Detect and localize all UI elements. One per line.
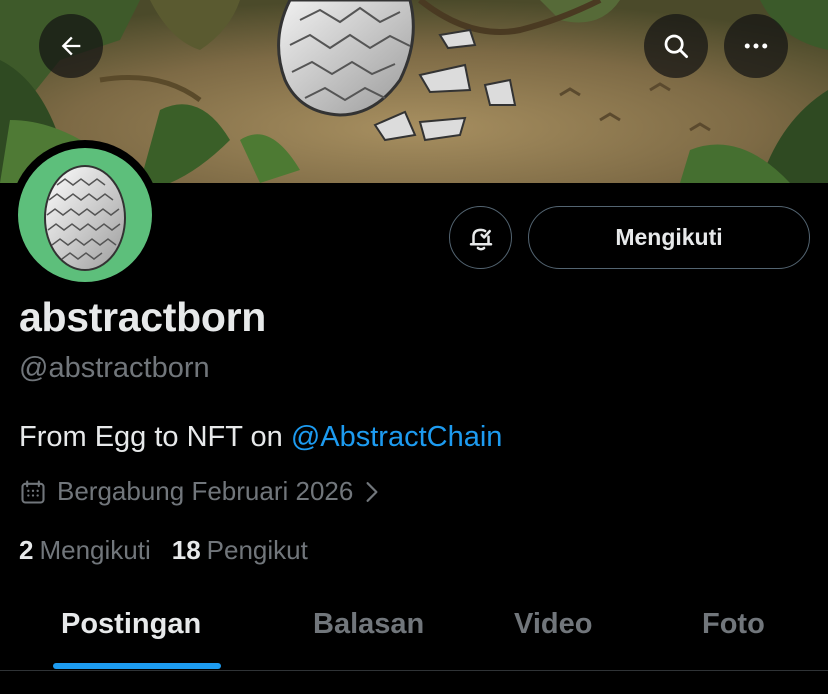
chevron-right-icon [363,481,381,503]
search-button[interactable] [644,14,708,78]
search-icon [664,34,688,58]
notifications-button[interactable] [449,206,512,269]
followers-stat[interactable]: 18 Pengikut [172,535,308,566]
calendar-icon [19,478,47,506]
egg-icon [44,165,126,271]
bio-text: From Egg to NFT on [19,421,291,453]
follow-stats: 2 Mengikuti 18 Pengikut [19,535,308,566]
tab-video[interactable]: Video [514,608,592,641]
followers-count: 18 [171,535,201,565]
more-horizontal-icon [744,43,768,49]
profile-tabs: Postingan Balasan Video Foto [0,600,828,670]
profile-bio: From Egg to NFT on @AbstractChain [19,421,502,454]
tab-balasan[interactable]: Balasan [313,608,424,641]
active-tab-indicator [53,663,221,669]
avatar-image [18,148,152,282]
back-button[interactable] [39,14,103,78]
followers-label: Pengikut [206,535,308,565]
arrow-left-icon [61,36,81,56]
joined-date-text: Bergabung Februari 2026 [57,476,354,506]
tabs-divider [0,670,828,671]
profile-avatar[interactable] [10,140,160,290]
tab-postingan[interactable]: Postingan [61,608,201,641]
joined-date-row[interactable]: Bergabung Februari 2026 [19,476,381,507]
following-button[interactable]: Mengikuti [528,206,810,269]
following-count: 2 [19,535,34,565]
following-label: Mengikuti [39,535,151,565]
bell-check-icon [469,228,492,250]
following-stat[interactable]: 2 Mengikuti [19,535,151,566]
user-handle: @abstractborn [19,352,210,384]
display-name: abstractborn [19,294,267,340]
tab-foto[interactable]: Foto [702,608,765,641]
bio-mention-link[interactable]: @AbstractChain [291,421,503,453]
more-options-button[interactable] [724,14,788,78]
